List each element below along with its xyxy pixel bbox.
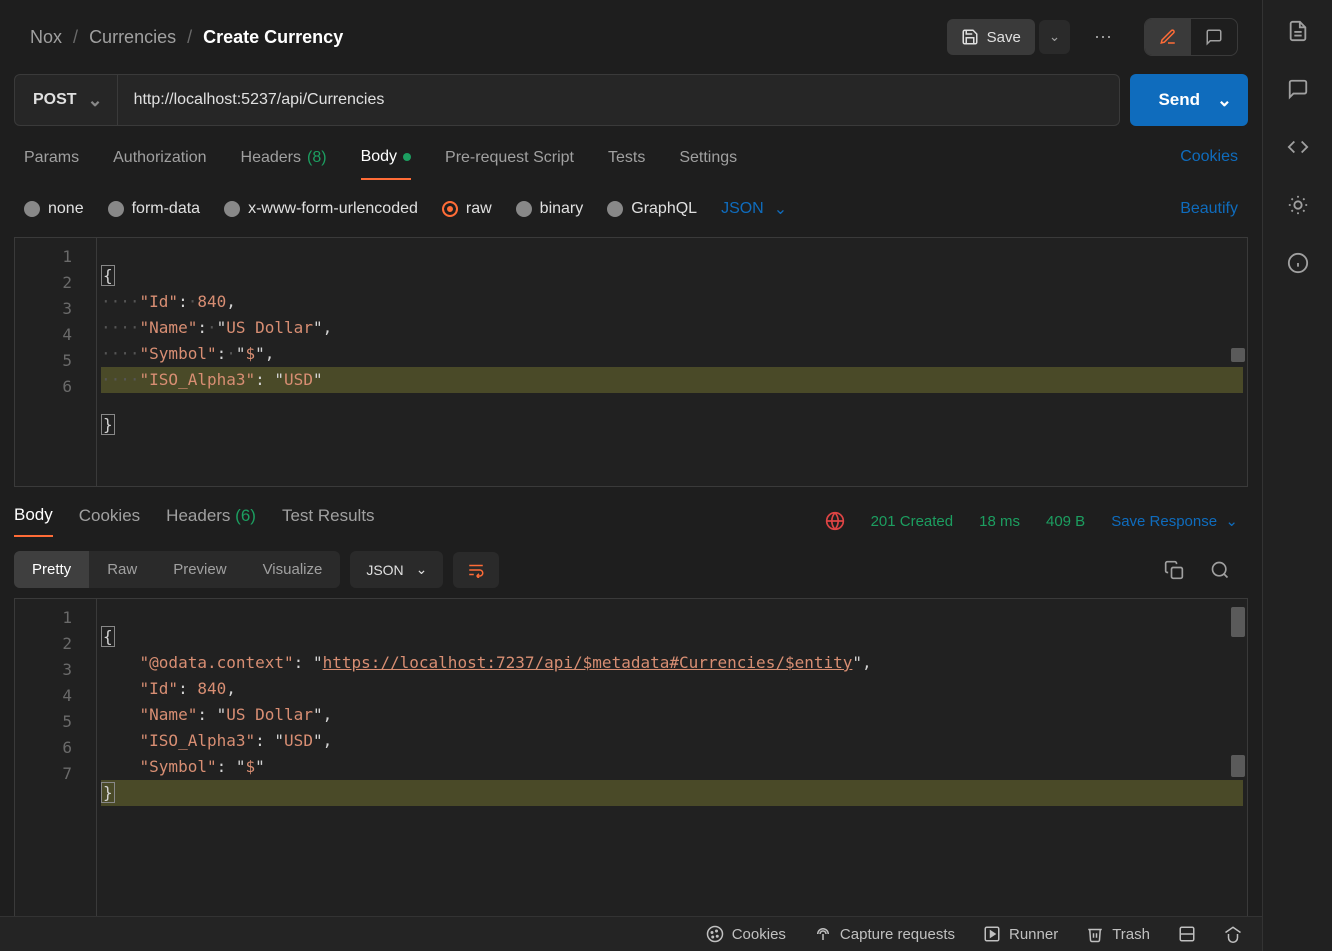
request-gutter: 123456 — [15, 238, 97, 486]
view-raw[interactable]: Raw — [89, 551, 155, 588]
wrap-icon — [467, 562, 485, 578]
trash-icon — [1086, 925, 1104, 943]
tab-tests[interactable]: Tests — [608, 148, 645, 180]
help-icon — [1224, 925, 1242, 943]
body-subtype-select[interactable]: JSON⌄ — [721, 199, 787, 219]
layout-icon — [1178, 925, 1196, 943]
play-icon — [983, 925, 1001, 943]
comments-icon[interactable] — [1287, 78, 1309, 100]
method-select[interactable]: POST — [14, 74, 118, 126]
footer-help[interactable] — [1224, 925, 1242, 943]
tab-headers[interactable]: Headers (8) — [241, 148, 327, 180]
network-icon[interactable] — [825, 511, 845, 531]
footer-cookies[interactable]: Cookies — [706, 925, 786, 943]
tab-authorization[interactable]: Authorization — [113, 148, 206, 180]
response-time: 18 ms — [979, 513, 1020, 530]
beautify-link[interactable]: Beautify — [1180, 200, 1238, 218]
wrap-lines-button[interactable] — [453, 552, 499, 588]
response-tab-cookies[interactable]: Cookies — [79, 506, 140, 536]
search-icon — [1210, 560, 1230, 580]
breadcrumb-current: Create Currency — [203, 27, 343, 47]
url-input[interactable] — [118, 74, 1121, 126]
body-type-urlencoded[interactable]: x-www-form-urlencoded — [224, 200, 418, 218]
response-gutter: 1234567 — [15, 599, 97, 950]
scrollbar-thumb[interactable] — [1231, 607, 1245, 637]
response-tab-body[interactable]: Body — [14, 505, 53, 537]
response-status: 201 Created — [871, 513, 954, 530]
body-type-binary[interactable]: binary — [516, 200, 584, 218]
tab-settings[interactable]: Settings — [679, 148, 737, 180]
save-icon — [961, 28, 979, 46]
cookie-icon — [706, 925, 724, 943]
request-body-editor[interactable]: 123456 { ····"Id":·840, ····"Name":·"US … — [14, 237, 1248, 487]
tab-params[interactable]: Params — [24, 148, 79, 180]
satellite-icon — [814, 925, 832, 943]
info-icon[interactable] — [1287, 252, 1309, 274]
body-type-raw[interactable]: raw — [442, 200, 492, 218]
copy-icon — [1164, 560, 1184, 580]
breadcrumb-root[interactable]: Nox — [30, 27, 62, 47]
scrollbar-thumb[interactable] — [1231, 348, 1245, 362]
comment-icon — [1205, 28, 1223, 46]
body-type-graphql[interactable]: GraphQL — [607, 200, 697, 218]
response-format-select[interactable]: JSON⌄ — [350, 551, 443, 588]
breadcrumb: Nox / Currencies / Create Currency — [30, 27, 935, 48]
save-options-button[interactable]: ⌄ — [1039, 20, 1070, 54]
view-pretty[interactable]: Pretty — [14, 551, 89, 588]
status-bar: Cookies Capture requests Runner Trash — [0, 916, 1262, 951]
response-size: 409 B — [1046, 513, 1085, 530]
response-tab-tests[interactable]: Test Results — [282, 506, 375, 536]
save-button[interactable]: Save — [947, 19, 1035, 55]
search-response-button[interactable] — [1202, 552, 1238, 588]
modified-dot-icon — [403, 153, 411, 161]
scrollbar-thumb[interactable] — [1231, 755, 1245, 777]
response-tab-headers[interactable]: Headers (6) — [166, 506, 256, 536]
tab-prerequest[interactable]: Pre-request Script — [445, 148, 574, 180]
footer-capture[interactable]: Capture requests — [814, 925, 955, 943]
send-button[interactable]: Send — [1130, 74, 1248, 126]
documentation-icon[interactable] — [1287, 20, 1309, 42]
pencil-icon — [1159, 28, 1177, 46]
tab-body[interactable]: Body — [361, 148, 411, 180]
code-icon[interactable] — [1287, 136, 1309, 158]
more-actions-button[interactable]: ⋯ — [1082, 19, 1124, 56]
right-sidebar — [1262, 0, 1332, 951]
save-response-button[interactable]: Save Response ⌄ — [1111, 512, 1238, 530]
cookies-link[interactable]: Cookies — [1180, 148, 1238, 180]
footer-trash[interactable]: Trash — [1086, 925, 1150, 943]
response-body-editor[interactable]: 1234567 { "@odata.context": "https://loc… — [14, 598, 1248, 951]
edit-mode-button[interactable] — [1145, 19, 1191, 55]
copy-response-button[interactable] — [1156, 552, 1192, 588]
footer-layout[interactable] — [1178, 925, 1196, 943]
body-type-formdata[interactable]: form-data — [108, 200, 200, 218]
footer-runner[interactable]: Runner — [983, 925, 1058, 943]
response-body-code[interactable]: { "@odata.context": "https://localhost:7… — [97, 599, 1247, 950]
body-type-none[interactable]: none — [24, 200, 84, 218]
view-visualize[interactable]: Visualize — [245, 551, 341, 588]
breadcrumb-collection[interactable]: Currencies — [89, 27, 176, 47]
view-preview[interactable]: Preview — [155, 551, 244, 588]
comment-mode-button[interactable] — [1191, 19, 1237, 55]
request-body-code[interactable]: { ····"Id":·840, ····"Name":·"US Dollar"… — [97, 238, 1247, 486]
bot-icon[interactable] — [1287, 194, 1309, 216]
